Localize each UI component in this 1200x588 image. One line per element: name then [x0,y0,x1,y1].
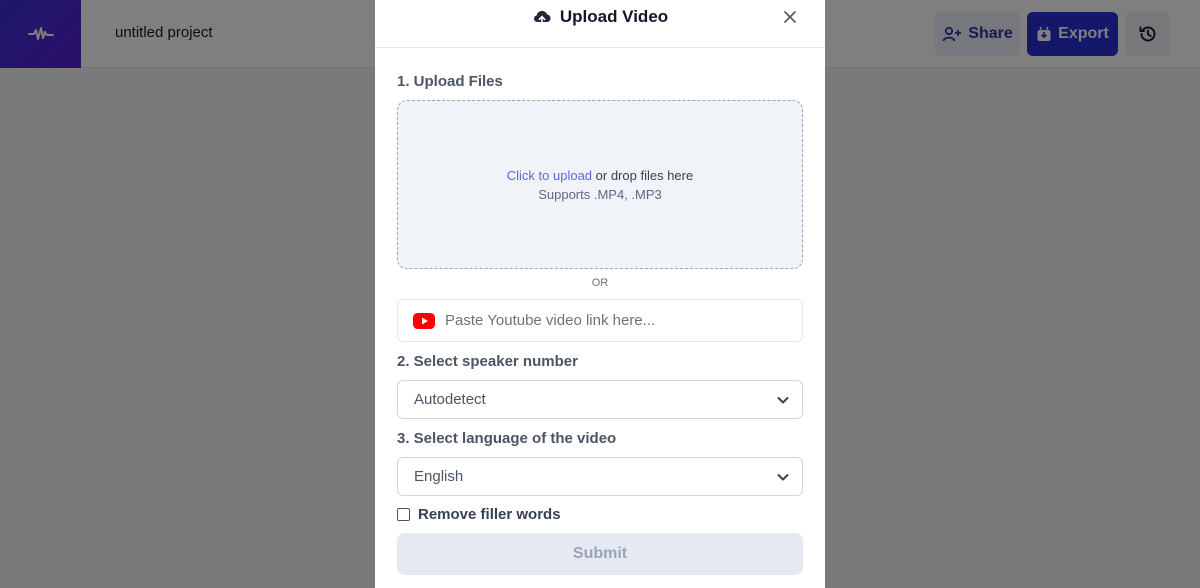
close-button[interactable] [779,6,801,28]
remove-filler-words-checkbox[interactable] [397,508,410,521]
cloud-upload-icon [533,10,551,25]
file-dropzone[interactable]: Click to upload or drop files here Suppo… [397,100,803,269]
video-language-select[interactable]: English [397,457,803,496]
youtube-icon [413,312,435,329]
submit-button[interactable]: Submit [397,533,803,575]
speaker-number-label: 2. Select speaker number [397,353,578,370]
remove-filler-words-label[interactable]: Remove filler words [418,506,561,523]
youtube-link-field[interactable] [397,299,803,342]
click-to-upload-link[interactable]: Click to upload [507,168,592,183]
modal-title: Upload Video [559,6,669,26]
speaker-number-value: Autodetect [414,391,486,408]
or-divider: OR [591,277,609,289]
upload-files-label: 1. Upload Files [397,73,503,90]
chevron-down-icon [777,474,789,481]
chevron-down-icon [777,397,789,404]
youtube-link-input[interactable] [445,312,775,329]
dropzone-instructions: Click to upload or drop files here [507,168,693,183]
video-language-label: 3. Select language of the video [397,430,617,447]
drop-files-text: or drop files here [592,167,694,183]
remove-filler-words-option[interactable]: Remove filler words [397,506,561,523]
speaker-number-select[interactable]: Autodetect [397,380,803,419]
video-language-value: English [414,468,464,485]
supported-formats-text: Supports .MP4, .MP3 [538,186,662,202]
close-icon [784,11,796,23]
modal-header: Upload Video [375,0,825,48]
upload-video-modal: Upload Video 1. Upload Files Click to up… [375,0,825,588]
